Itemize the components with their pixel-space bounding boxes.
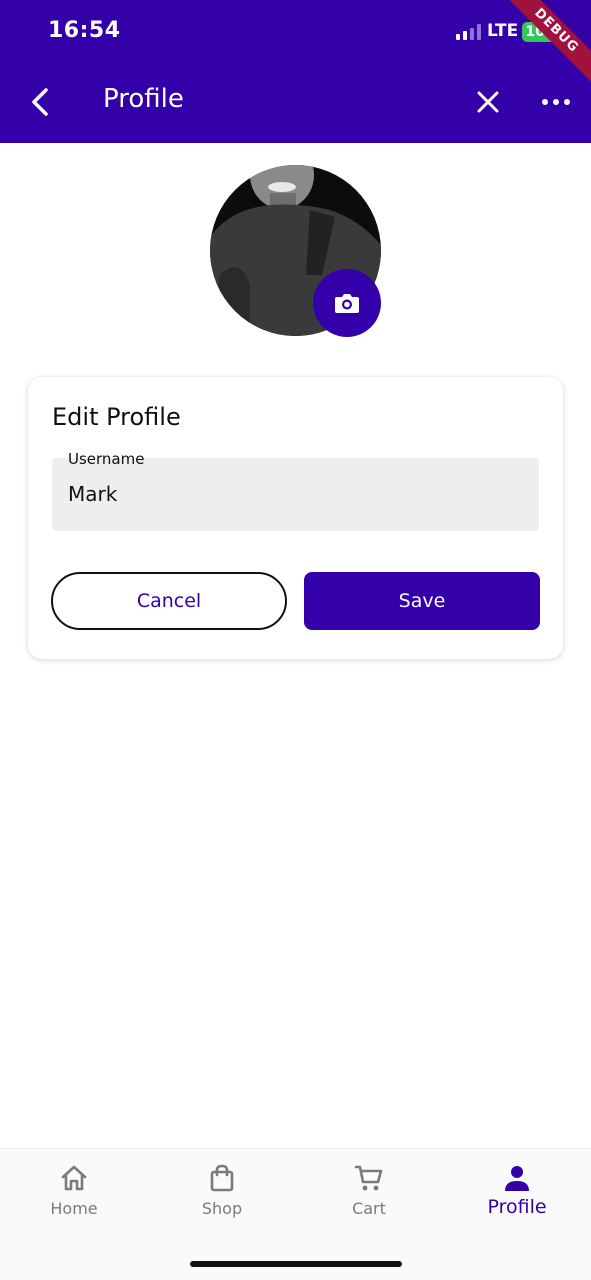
home-icon <box>61 1165 87 1191</box>
header: 16:54 LTE 100 DEBUG Profile <box>0 0 591 143</box>
more-button[interactable] <box>538 84 574 120</box>
more-horizontal-icon <box>542 99 570 105</box>
username-field: Username <box>52 450 539 531</box>
camera-icon <box>335 294 359 313</box>
edit-profile-card: Edit Profile Username Cancel Save <box>28 377 563 659</box>
nav-label-shop: Shop <box>201 1199 243 1218</box>
username-input[interactable] <box>68 482 518 506</box>
card-title: Edit Profile <box>52 403 181 431</box>
home-indicator <box>190 1261 402 1267</box>
close-icon <box>477 91 499 113</box>
nav-label-home: Home <box>50 1199 98 1218</box>
signal-icon <box>456 24 482 40</box>
nav-item-profile[interactable]: Profile <box>457 1163 577 1233</box>
nav-item-shop[interactable]: Shop <box>162 1163 282 1233</box>
username-label: Username <box>68 450 145 468</box>
save-button[interactable]: Save <box>304 572 540 630</box>
chevron-left-icon <box>32 88 48 116</box>
network-type: LTE <box>487 21 519 41</box>
cart-icon <box>354 1165 383 1191</box>
shopping-bag-icon <box>210 1164 234 1192</box>
close-button[interactable] <box>470 84 506 120</box>
nav-item-home[interactable]: Home <box>14 1163 134 1233</box>
person-icon <box>505 1166 529 1191</box>
change-photo-button[interactable] <box>313 269 381 337</box>
nav-label-profile: Profile <box>487 1196 547 1218</box>
back-button[interactable] <box>22 82 62 122</box>
cancel-button[interactable]: Cancel <box>51 572 287 630</box>
page-title: Profile <box>103 84 184 114</box>
status-time: 16:54 <box>48 18 121 43</box>
nav-item-cart[interactable]: Cart <box>309 1163 429 1233</box>
nav-label-cart: Cart <box>352 1199 386 1218</box>
debug-banner: DEBUG <box>495 0 591 92</box>
